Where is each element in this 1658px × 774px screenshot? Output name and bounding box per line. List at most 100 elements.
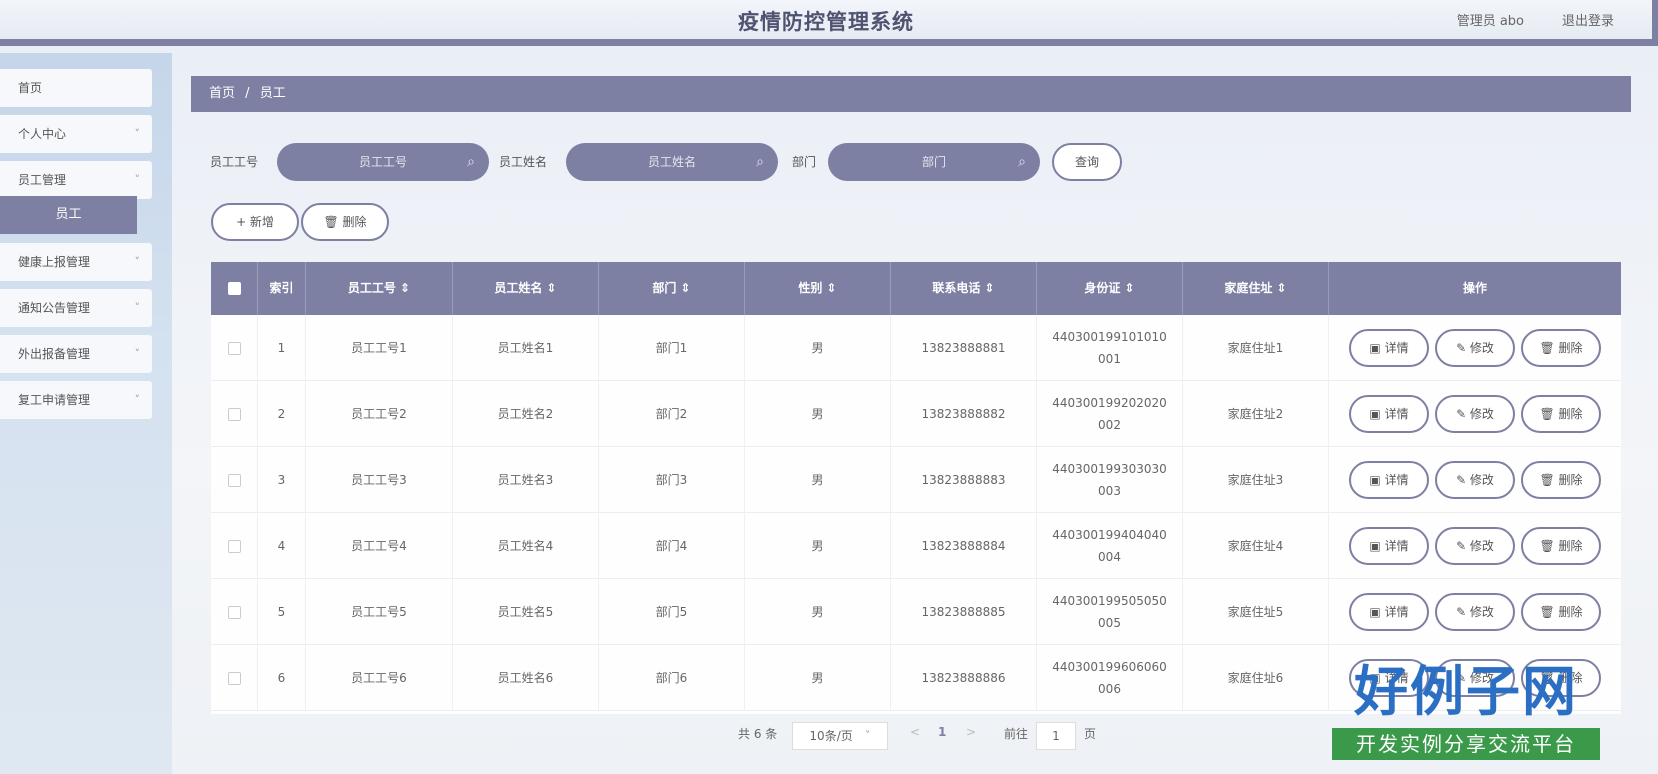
dept-input[interactable]: 部门 ⌕ [828, 143, 1040, 181]
col-emp-name[interactable]: 员工姓名 ⇕ [453, 262, 599, 315]
chevron-down-icon: ˅ [134, 301, 141, 314]
emp-name-placeholder: 员工姓名 [647, 155, 696, 169]
add-button[interactable]: + 新增 [211, 203, 299, 241]
sidebar-item-resume-work[interactable]: 复工申请管理 ˅ [0, 381, 152, 419]
detail-button[interactable]: ▣ 详情 [1349, 395, 1429, 433]
cell-sex: 男 [745, 315, 891, 381]
prev-page-button[interactable]: < [910, 725, 920, 739]
delete-button[interactable]: 🗑 删除 [1521, 593, 1601, 631]
breadcrumb-home[interactable]: 首页 [209, 86, 235, 101]
row-checkbox[interactable] [227, 407, 241, 421]
page-size-select[interactable]: 10条/页 ˅ [792, 722, 888, 750]
edit-button[interactable]: ✎ 修改 [1435, 593, 1515, 631]
breadcrumb: 首页 / 员工 [191, 76, 1631, 112]
col-address[interactable]: 家庭住址 ⇕ [1183, 262, 1329, 315]
logout-link[interactable]: 退出登录 [1562, 10, 1614, 29]
sidebar-subitem-employee[interactable]: 员工 [0, 196, 137, 234]
cell-address: 家庭住址4 [1183, 513, 1329, 579]
delete-button[interactable]: 🗑 删除 [1521, 527, 1601, 565]
edit-button[interactable]: ✎ 修改 [1435, 527, 1515, 565]
chevron-down-icon: ˅ [134, 347, 141, 360]
sidebar-item-label: 通知公告管理 [18, 301, 91, 315]
delete-button[interactable]: 🗑 删除 [1521, 395, 1601, 433]
cell-emp-name: 员工姓名3 [453, 447, 599, 513]
cell-phone: 13823888884 [891, 513, 1037, 579]
row-checkbox[interactable] [227, 671, 241, 685]
app-title: 疫情防控管理系统 [738, 10, 914, 34]
sidebar-item-employee[interactable]: 员工管理 ˅ [0, 161, 152, 199]
cell-index: 3 [258, 447, 306, 513]
detail-button[interactable]: ▣ 详情 [1349, 461, 1429, 499]
cell-index: 2 [258, 381, 306, 447]
search-icon: ⌕ [756, 154, 764, 170]
cell-sex: 男 [745, 381, 891, 447]
sidebar-item-profile[interactable]: 个人中心 ˅ [0, 115, 152, 153]
sidebar-item-notice[interactable]: 通知公告管理 ˅ [0, 289, 152, 327]
current-page[interactable]: 1 [938, 725, 946, 739]
cell-id-card: 440300199606060006 [1037, 645, 1183, 711]
badge-subtitle: 开发实例分享交流平台 [1332, 728, 1600, 760]
goto-page-input[interactable]: 1 [1036, 722, 1076, 750]
header-edge [1652, 0, 1658, 46]
edit-button[interactable]: ✎ 修改 [1435, 329, 1515, 367]
row-checkbox[interactable] [227, 605, 241, 619]
cell-dept: 部门3 [599, 447, 745, 513]
edit-button[interactable]: ✎ 修改 [1435, 461, 1515, 499]
cell-id-card: 440300199101010001 [1037, 315, 1183, 381]
col-phone[interactable]: 联系电话 ⇕ [891, 262, 1037, 315]
col-id-card[interactable]: 身份证 ⇕ [1037, 262, 1183, 315]
sidebar-item-label: 外出报备管理 [18, 347, 91, 361]
sidebar-item-label: 员工管理 [18, 173, 67, 187]
emp-name-input[interactable]: 员工姓名 ⌕ [566, 143, 778, 181]
row-actions: ▣ 详情 ✎ 修改 🗑 删除 [1329, 447, 1621, 513]
table-row: 5 员工工号5 员工姓名5 部门5 男 13823888885 44030019950505… [211, 579, 1621, 645]
select-all-cell[interactable] [211, 262, 258, 315]
row-checkbox[interactable] [227, 539, 241, 553]
cell-dept: 部门5 [599, 579, 745, 645]
table-row: 4 员工工号4 员工姓名4 部门4 男 13823888884 44030019940404… [211, 513, 1621, 579]
cell-index: 4 [258, 513, 306, 579]
col-dept[interactable]: 部门 ⇕ [599, 262, 745, 315]
sidebar-item-health[interactable]: 健康上报管理 ˅ [0, 243, 152, 281]
cell-address: 家庭住址5 [1183, 579, 1329, 645]
cell-dept: 部门6 [599, 645, 745, 711]
cell-address: 家庭住址1 [1183, 315, 1329, 381]
col-emp-no[interactable]: 员工工号 ⇕ [306, 262, 453, 315]
col-sex[interactable]: 性别 ⇕ [745, 262, 891, 315]
cell-emp-name: 员工姓名4 [453, 513, 599, 579]
detail-button[interactable]: ▣ 详情 [1349, 593, 1429, 631]
cell-address: 家庭住址2 [1183, 381, 1329, 447]
emp-name-label: 员工姓名 [499, 155, 548, 169]
row-checkbox[interactable] [227, 473, 241, 487]
sidebar-item-home[interactable]: 首页 [0, 69, 152, 107]
employee-table: 索引 员工工号 ⇕ 员工姓名 ⇕ 部门 ⇕ 性别 ⇕ 联系电话 ⇕ 身份证 ⇕ … [211, 262, 1621, 714]
select-all-checkbox[interactable] [227, 282, 241, 295]
site-watermark-badge: 好例子网 开发实例分享交流平台 [1330, 660, 1602, 764]
cell-id-card: 440300199303030003 [1037, 447, 1183, 513]
row-actions: ▣ 详情 ✎ 修改 🗑 删除 [1329, 579, 1621, 645]
sidebar-item-outing[interactable]: 外出报备管理 ˅ [0, 335, 152, 373]
emp-no-input[interactable]: 员工工号 ⌕ [277, 143, 489, 181]
query-button[interactable]: 查询 [1052, 143, 1122, 181]
breadcrumb-current: 员工 [259, 86, 286, 101]
cell-sex: 男 [745, 447, 891, 513]
detail-button[interactable]: ▣ 详情 [1349, 329, 1429, 367]
next-page-button[interactable]: > [966, 725, 976, 739]
delete-button[interactable]: 🗑 删除 [1521, 461, 1601, 499]
row-select-cell [211, 513, 258, 579]
row-checkbox[interactable] [227, 341, 241, 355]
chevron-down-icon: ˅ [134, 255, 141, 268]
detail-button[interactable]: ▣ 详情 [1349, 527, 1429, 565]
delete-button[interactable]: 🗑 删除 [1521, 329, 1601, 367]
cell-id-card: 440300199202020002 [1037, 381, 1183, 447]
cell-emp-no: 员工工号6 [306, 645, 453, 711]
cell-emp-name: 员工姓名6 [453, 645, 599, 711]
cell-dept: 部门2 [599, 381, 745, 447]
search-icon: ⌕ [467, 154, 475, 170]
badge-title: 好例子网 [1354, 660, 1578, 723]
cell-phone: 13823888885 [891, 579, 1037, 645]
delete-selected-button[interactable]: 🗑 删除 [301, 203, 389, 241]
cell-sex: 男 [745, 513, 891, 579]
row-select-cell [211, 381, 258, 447]
edit-button[interactable]: ✎ 修改 [1435, 395, 1515, 433]
